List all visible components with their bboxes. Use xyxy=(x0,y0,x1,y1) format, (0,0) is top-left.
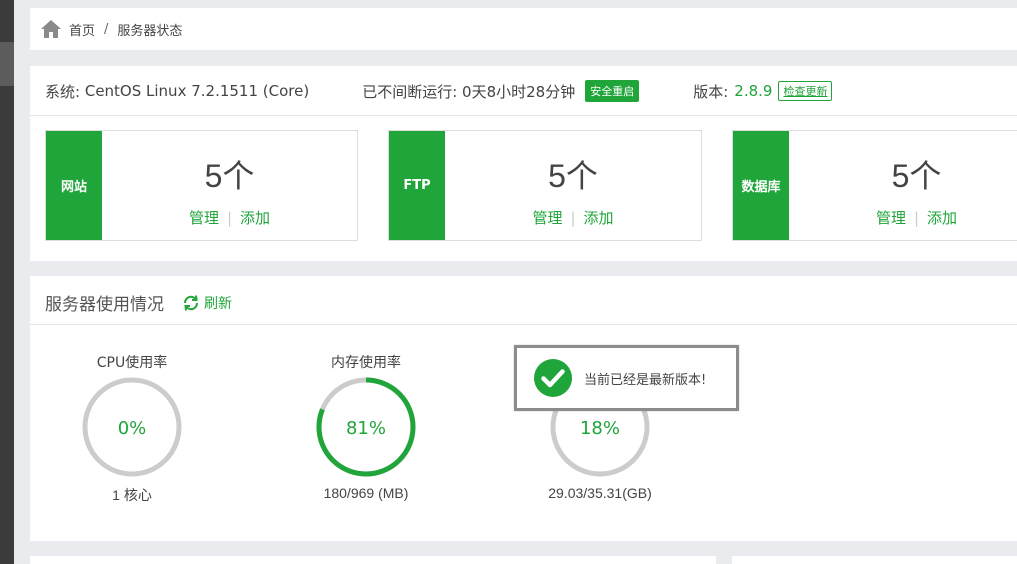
ftp-card-label: FTP xyxy=(389,131,445,240)
uptime-value: 0天8小时28分钟 xyxy=(462,82,576,101)
refresh-icon xyxy=(182,294,200,312)
os-info: 系统: CentOS Linux 7.2.1511 (Core) xyxy=(45,81,309,102)
refresh-label: 刷新 xyxy=(204,295,232,312)
os-label: 系统: xyxy=(45,82,81,101)
memory-gauge-value: 81% xyxy=(346,418,386,439)
database-add-link[interactable]: 添加 xyxy=(927,209,957,227)
cpu-gauge-ring: 0% xyxy=(82,377,182,477)
breadcrumb-home-link[interactable]: 首页 xyxy=(69,20,95,39)
ftp-card: FTP 5个 管理 | 添加 xyxy=(388,130,702,241)
ftp-count: 5个 xyxy=(548,158,598,194)
database-card-label: 数据库 xyxy=(733,131,789,240)
toast-message: 当前已经是最新版本! xyxy=(584,372,707,388)
memory-gauge-footer: 180/969 (MB) xyxy=(323,485,409,501)
bottom-right-panel xyxy=(732,556,1017,564)
uptime-label: 已不间断运行: xyxy=(362,82,458,101)
disk-gauge-footer: 29.03/35.31(GB) xyxy=(548,485,652,501)
link-divider: | xyxy=(570,209,576,227)
system-info-row: 系统: CentOS Linux 7.2.1511 (Core) 已不间断运行:… xyxy=(45,80,833,102)
cpu-gauge-footer: 1 核心 xyxy=(112,487,152,503)
bottom-left-panel xyxy=(30,556,716,564)
system-info-panel: 系统: CentOS Linux 7.2.1511 (Core) 已不间断运行:… xyxy=(30,66,1017,261)
check-update-button[interactable]: 检查更新 xyxy=(778,81,833,101)
memory-gauge: 内存使用率 81% 180/969 (MB) xyxy=(296,352,436,501)
ftp-add-link[interactable]: 添加 xyxy=(584,209,614,227)
os-value: CentOS Linux 7.2.1511 (Core) xyxy=(84,82,310,100)
memory-gauge-ring: 81% xyxy=(316,377,416,477)
version-label: 版本: xyxy=(693,82,729,101)
check-circle-icon xyxy=(534,359,572,397)
database-count: 5个 xyxy=(891,158,942,194)
breadcrumb-current: 服务器状态 xyxy=(117,23,183,39)
divider xyxy=(30,115,1017,116)
version-value: 2.8.9 xyxy=(734,82,773,100)
breadcrumb-separator: / xyxy=(104,21,109,37)
website-card: 网站 5个 管理 | 添加 xyxy=(45,130,358,241)
disk-gauge-value: 18% xyxy=(580,418,620,439)
cpu-gauge-value: 0% xyxy=(118,418,147,439)
usage-title: 服务器使用情况 xyxy=(45,295,164,315)
memory-gauge-title: 内存使用率 xyxy=(331,355,401,371)
cpu-gauge-title: CPU使用率 xyxy=(96,355,168,371)
website-count: 5个 xyxy=(204,158,255,194)
sidebar-active-item[interactable] xyxy=(0,42,14,86)
uptime-info: 已不间断运行: 0天8小时28分钟 安全重启 xyxy=(362,80,640,102)
left-sidebar-strip xyxy=(0,0,14,564)
website-add-link[interactable]: 添加 xyxy=(240,209,270,227)
home-icon[interactable] xyxy=(40,19,62,39)
safe-restart-button[interactable]: 安全重启 xyxy=(585,80,640,102)
version-info: 版本: 2.8.9 检查更新 xyxy=(693,81,833,102)
database-card: 数据库 5个 管理 | 添加 xyxy=(732,130,1017,241)
divider xyxy=(30,324,1017,325)
link-divider: | xyxy=(913,209,920,227)
ftp-manage-link[interactable]: 管理 xyxy=(532,209,562,227)
link-divider: | xyxy=(226,209,233,227)
refresh-button[interactable]: 刷新 xyxy=(182,293,232,313)
database-manage-link[interactable]: 管理 xyxy=(876,209,906,227)
breadcrumb: 首页 / 服务器状态 xyxy=(30,8,1017,50)
website-card-label: 网站 xyxy=(46,131,102,240)
toast-notification: 当前已经是最新版本! xyxy=(514,345,739,411)
website-manage-link[interactable]: 管理 xyxy=(189,209,219,227)
cpu-gauge: CPU使用率 0% 1 核心 xyxy=(62,352,202,505)
